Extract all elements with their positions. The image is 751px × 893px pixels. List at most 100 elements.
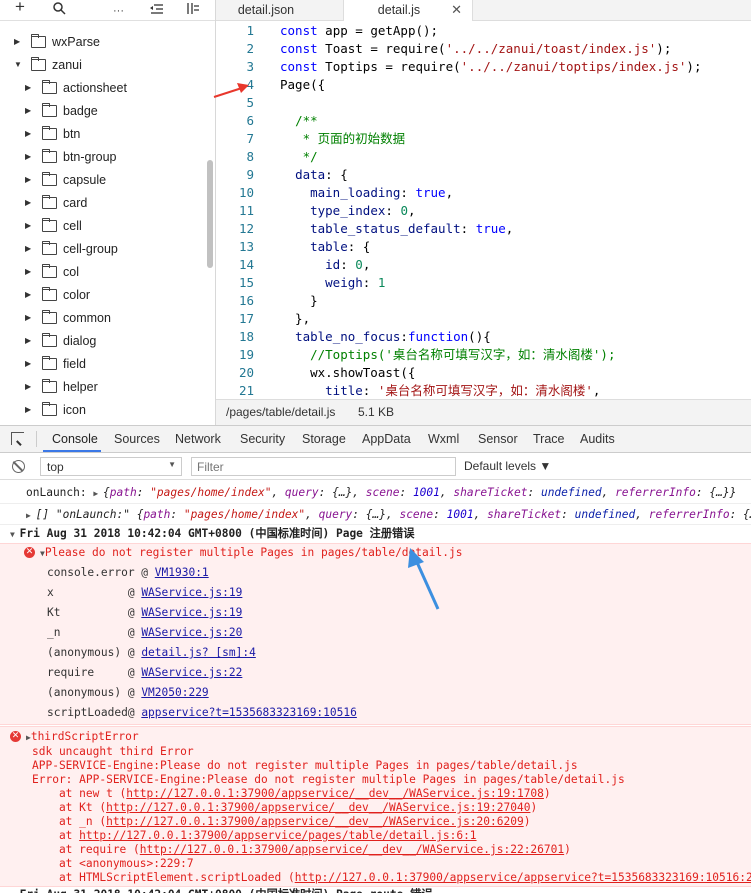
- chevron-right-icon[interactable]: ▶: [25, 244, 35, 253]
- folder-icon: [42, 148, 57, 163]
- tree-item-col[interactable]: ▶ col: [25, 260, 79, 283]
- close-icon[interactable]: ✕: [451, 0, 462, 20]
- chevron-right-icon[interactable]: ▶: [25, 313, 35, 322]
- split-panel-icon[interactable]: [186, 1, 200, 19]
- tree-item-helper[interactable]: ▶ helper: [25, 375, 98, 398]
- code-token: app = getApp();: [317, 23, 439, 38]
- code-token: //Toptips('桌台名称可填写汉字，如：清水阁楼');: [310, 347, 616, 362]
- chevron-right-icon[interactable]: ▶: [25, 359, 35, 368]
- tree-item-cell[interactable]: ▶ cell: [25, 214, 82, 237]
- stack-url[interactable]: http://127.0.0.1:37900/appservice/__dev_…: [126, 787, 544, 800]
- line-number: 13: [238, 239, 254, 254]
- chevron-right-icon[interactable]: ▶: [25, 152, 35, 161]
- tab-label: detail.json: [237, 3, 295, 17]
- chevron-right-icon[interactable]: ▶: [25, 83, 35, 92]
- stack-link[interactable]: appservice?t=1535683323169:10516: [141, 706, 357, 719]
- tree-item-color[interactable]: ▶ color: [25, 283, 90, 306]
- filter-input[interactable]: [191, 457, 456, 476]
- inspect-element-icon[interactable]: [11, 432, 24, 445]
- chevron-right-icon[interactable]: ▶: [25, 221, 35, 230]
- expand-arrow-icon[interactable]: ▶: [26, 511, 36, 520]
- chevron-right-icon[interactable]: ▶: [25, 129, 35, 138]
- object-token: 1001: [412, 486, 440, 499]
- tab-appdata[interactable]: AppData: [362, 432, 411, 446]
- code-line: */: [280, 148, 318, 166]
- tree-item-capsule[interactable]: ▶ capsule: [25, 168, 106, 191]
- tree-item-label: card: [63, 195, 88, 210]
- tab-wxml[interactable]: Wxml: [428, 432, 459, 446]
- tree-item-card[interactable]: ▶ card: [25, 191, 87, 214]
- tree-item-label: actionsheet: [63, 80, 127, 95]
- editor-tabs: detail.json detail.js ✕: [216, 0, 751, 21]
- stack-link[interactable]: WAService.js:20: [141, 626, 242, 639]
- chevron-down-icon[interactable]: ▼: [14, 60, 24, 69]
- clear-console-icon[interactable]: [12, 460, 25, 473]
- stack-url[interactable]: http://127.0.0.1:37900/appservice/appser…: [295, 871, 751, 884]
- code-token: '../../zanui/toast/index.js': [445, 41, 657, 56]
- chevron-right-icon[interactable]: ▶: [25, 267, 35, 276]
- stack-link[interactable]: WAService.js:22: [141, 666, 242, 679]
- stack-url[interactable]: http://127.0.0.1:37900/appservice/__dev_…: [106, 815, 524, 828]
- tab-detail-json[interactable]: detail.json: [216, 0, 316, 21]
- chevron-down-icon[interactable]: ▼: [10, 530, 20, 539]
- tab-console[interactable]: Console: [52, 432, 98, 446]
- chevron-right-icon[interactable]: ▶: [25, 198, 35, 207]
- stack-url[interactable]: http://127.0.0.1:37900/appservice/__dev_…: [106, 801, 530, 814]
- stack-link[interactable]: VM2050:229: [141, 686, 208, 699]
- chevron-right-icon[interactable]: ▶: [25, 405, 35, 414]
- tree-item-zanui[interactable]: ▼ zanui: [14, 53, 82, 76]
- code-line: weigh: 1: [280, 274, 385, 292]
- tree-item-label: field: [63, 356, 86, 371]
- chevron-right-icon[interactable]: ▶: [25, 106, 35, 115]
- code-token: );: [656, 41, 672, 56]
- tree-item-actionsheet[interactable]: ▶ actionsheet: [25, 76, 127, 99]
- search-icon[interactable]: [53, 1, 66, 19]
- stack-url[interactable]: http://127.0.0.1:37900/appservice/__dev_…: [140, 843, 564, 856]
- tree-item-label: capsule: [63, 172, 107, 187]
- expand-arrow-icon[interactable]: ▶: [93, 489, 103, 498]
- code-line: data: {: [280, 166, 348, 184]
- chevron-right-icon[interactable]: ▶: [25, 336, 35, 345]
- tab-sensor[interactable]: Sensor: [478, 432, 518, 446]
- tree-item-cell-group[interactable]: ▶ cell-group: [25, 237, 118, 260]
- tab-security[interactable]: Security: [240, 432, 285, 446]
- chevron-right-icon[interactable]: ▶: [14, 37, 24, 46]
- explorer-scrollbar[interactable]: [207, 160, 213, 268]
- devtools-panel: Console Sources Network Security Storage AppD…: [0, 425, 751, 893]
- stack-prefix: at HTMLScriptElement.scriptLoaded (: [32, 871, 295, 884]
- tree-item-wxParse[interactable]: ▶ wxParse: [14, 30, 100, 53]
- more-icon[interactable]: ···: [113, 2, 124, 20]
- code-area[interactable]: 1 const app = getApp(); 2 const Toast = req…: [216, 21, 751, 399]
- stack-url[interactable]: http://127.0.0.1:37900/appservice/pages/…: [79, 829, 476, 842]
- tab-audits[interactable]: Audits: [580, 432, 615, 446]
- tree-item-badge[interactable]: ▶ badge: [25, 99, 98, 122]
- chevron-right-icon[interactable]: ▶: [25, 382, 35, 391]
- stack-link[interactable]: WAService.js:19: [141, 606, 242, 619]
- add-icon[interactable]: +: [15, 0, 25, 16]
- log-levels-select[interactable]: Default levels ▼: [464, 459, 551, 473]
- tab-sources[interactable]: Sources: [114, 432, 160, 446]
- code-token: :: [362, 275, 378, 290]
- line-number: 5: [246, 95, 254, 110]
- tree-item-btn[interactable]: ▶ btn: [25, 122, 80, 145]
- tree-item-btn-group[interactable]: ▶ btn-group: [25, 145, 117, 168]
- tree-item-field[interactable]: ▶ field: [25, 352, 86, 375]
- tree-item-common[interactable]: ▶ common: [25, 306, 111, 329]
- tab-storage[interactable]: Storage: [302, 432, 346, 446]
- chevron-right-icon[interactable]: ▶: [25, 290, 35, 299]
- stack-link[interactable]: detail.js? [sm]:4: [141, 646, 256, 659]
- stack-link[interactable]: WAService.js:19: [141, 586, 242, 599]
- tree-item-dialog[interactable]: ▶ dialog: [25, 329, 96, 352]
- error-title: ▶thirdScriptError: [26, 729, 139, 745]
- stack-frame: Kt @ WAService.js:19: [47, 605, 242, 621]
- tree-item-icon[interactable]: ▶ icon: [25, 398, 86, 421]
- split-icon-svg: [187, 3, 199, 14]
- chevron-right-icon[interactable]: ▶: [25, 175, 35, 184]
- collapse-all-icon[interactable]: [150, 1, 164, 19]
- tab-trace[interactable]: Trace: [533, 432, 565, 446]
- tab-network[interactable]: Network: [175, 432, 221, 446]
- context-select[interactable]: top ▼: [40, 457, 182, 476]
- tab-detail-js[interactable]: detail.js ✕: [343, 0, 473, 21]
- stack-link[interactable]: VM1930:1: [155, 566, 209, 579]
